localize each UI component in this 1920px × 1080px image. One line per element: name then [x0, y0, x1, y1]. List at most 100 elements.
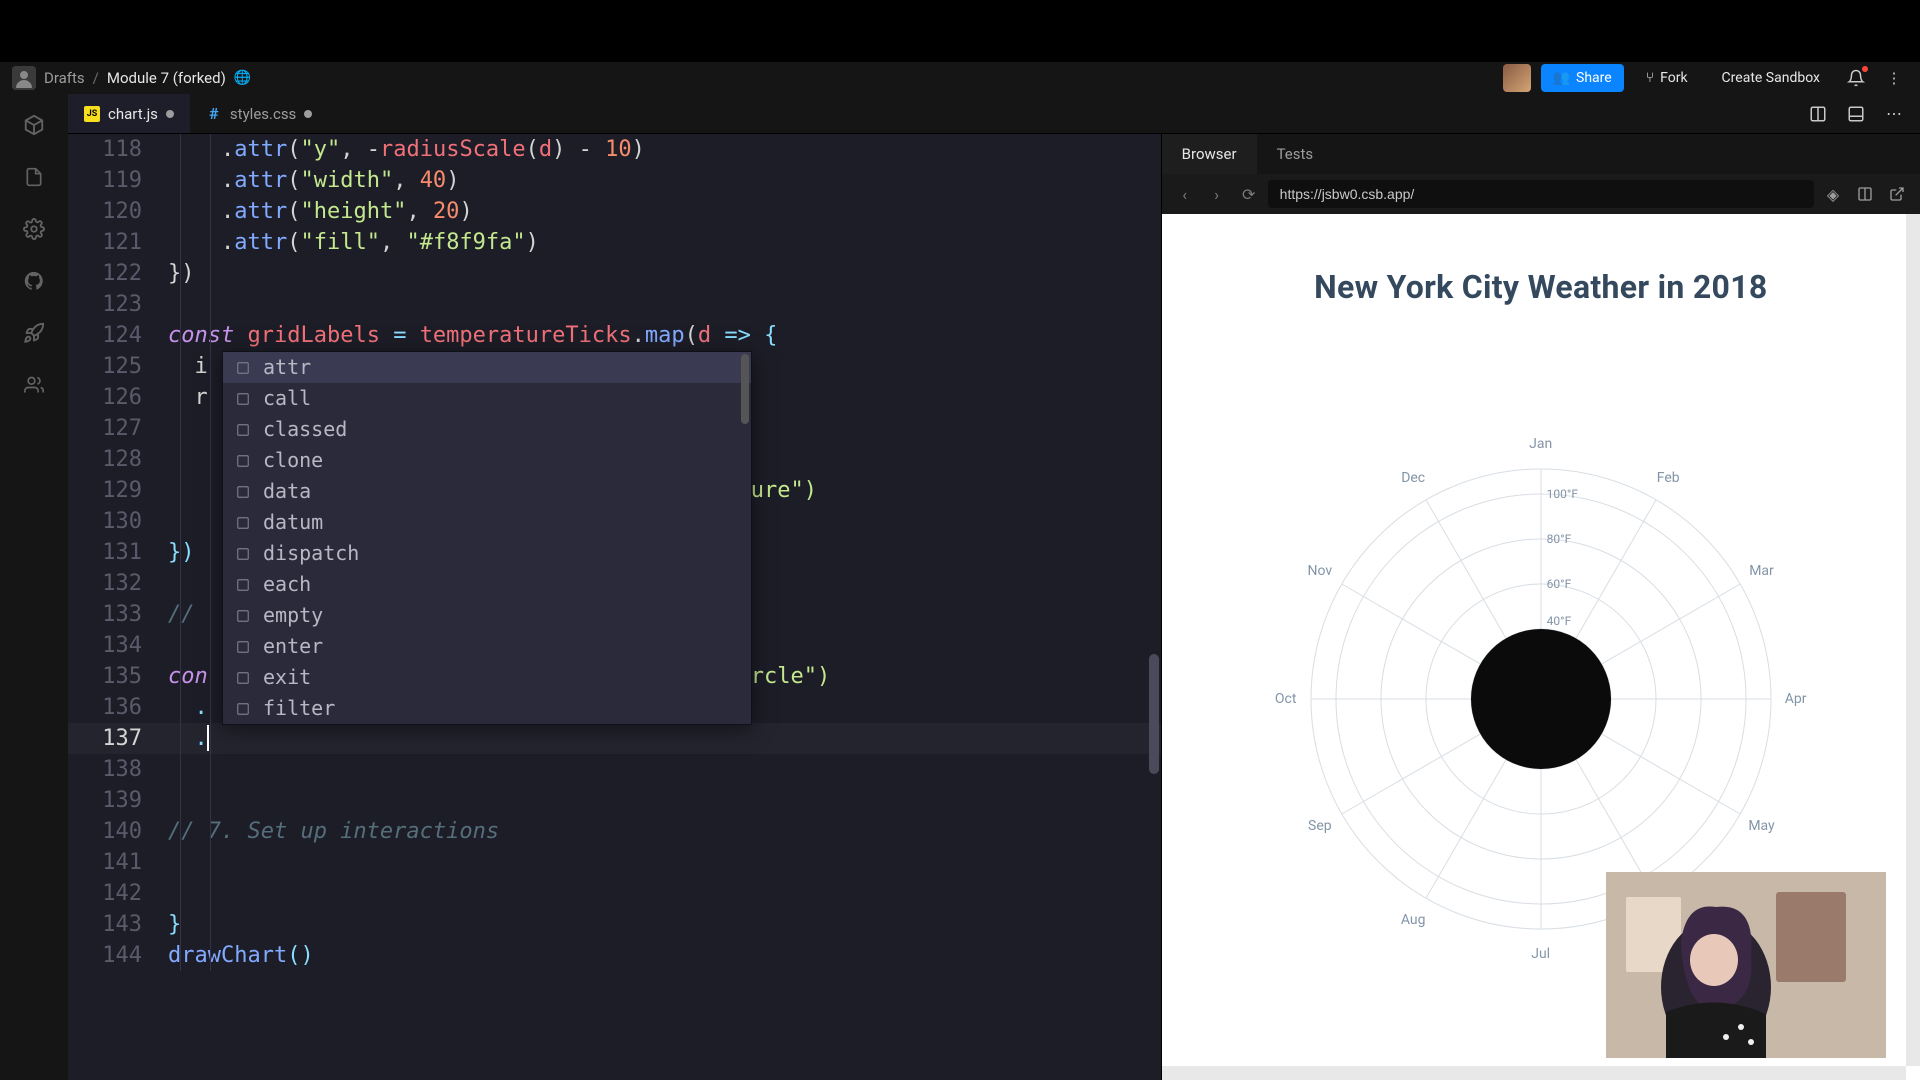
share-button[interactable]: 👥 Share — [1541, 64, 1624, 92]
editor-more-button[interactable]: ⋯ — [1880, 100, 1908, 128]
ac-label: data — [263, 476, 311, 507]
month-label-feb: Feb — [1657, 470, 1680, 486]
preview-tabs: Browser Tests — [1162, 134, 1920, 174]
nav-forward-button[interactable]: › — [1204, 181, 1230, 207]
code-editor[interactable]: 1181191201211221231241251261271281291301… — [68, 134, 1161, 1080]
month-label-mar: Mar — [1749, 563, 1774, 579]
autocomplete-popup[interactable]: attrcallclassedclonedatadatumdispatcheac… — [222, 351, 752, 725]
tab-tests[interactable]: Tests — [1257, 134, 1334, 174]
month-label-dec: Dec — [1401, 470, 1425, 486]
ac-label: datum — [263, 507, 323, 538]
ac-label: empty — [263, 600, 323, 631]
ac-item-enter[interactable]: enter — [223, 631, 751, 662]
align-icon[interactable]: ◈ — [1820, 181, 1846, 207]
tab-chart-js[interactable]: JS chart.js — [68, 94, 190, 133]
tab-label: styles.css — [230, 105, 296, 123]
temp-label: 40°F — [1547, 614, 1572, 628]
fork-button[interactable]: ⑂ Fork — [1634, 64, 1700, 92]
ac-label: exit — [263, 662, 311, 693]
method-icon — [233, 544, 253, 564]
method-icon — [233, 606, 253, 626]
breadcrumb-separator: / — [93, 69, 99, 87]
ac-item-classed[interactable]: classed — [223, 414, 751, 445]
preview-v-scrollbar[interactable] — [1906, 214, 1920, 1066]
temp-label: 100°F — [1547, 487, 1578, 501]
notifications-button[interactable] — [1842, 64, 1870, 92]
ac-item-data[interactable]: data — [223, 476, 751, 507]
layout-toggle-button[interactable] — [1804, 100, 1832, 128]
month-label-jan: Jan — [1529, 436, 1552, 452]
month-label-oct: Oct — [1275, 691, 1297, 707]
method-icon — [233, 513, 253, 533]
more-menu-button[interactable]: ⋮ — [1880, 64, 1908, 92]
nav-back-button[interactable]: ‹ — [1172, 181, 1198, 207]
create-sandbox-label: Create Sandbox — [1722, 70, 1820, 86]
nav-reload-button[interactable]: ⟳ — [1236, 181, 1262, 207]
method-icon — [233, 637, 253, 657]
deploy-icon[interactable] — [21, 320, 47, 346]
create-sandbox-button[interactable]: Create Sandbox — [1710, 64, 1832, 92]
url-input[interactable] — [1268, 180, 1814, 208]
autocomplete-scrollbar[interactable] — [741, 354, 749, 424]
ac-label: attr — [263, 352, 311, 383]
fork-icon: ⑂ — [1646, 70, 1654, 86]
topbar: Drafts / Module 7 (forked) 🌐 👥 Share ⑂ F… — [0, 62, 1920, 94]
ac-item-dispatch[interactable]: dispatch — [223, 538, 751, 569]
month-label-sep: Sep — [1308, 818, 1332, 834]
preview-panel: Browser Tests ‹ › ⟳ ◈ New York City Weat… — [1161, 134, 1920, 1080]
ac-item-filter[interactable]: filter — [223, 693, 751, 724]
method-icon — [233, 389, 253, 409]
share-label: Share — [1576, 70, 1612, 86]
method-icon — [233, 575, 253, 595]
ac-label: call — [263, 383, 311, 414]
editor-scrollbar-thumb[interactable] — [1149, 654, 1159, 774]
preview-urlbar: ‹ › ⟳ ◈ — [1162, 174, 1920, 214]
activity-sidebar — [0, 94, 68, 1080]
ac-item-exit[interactable]: exit — [223, 662, 751, 693]
preview-iframe[interactable]: New York City Weather in 2018 Jan Feb Mar A… — [1162, 214, 1920, 1080]
method-icon — [233, 668, 253, 688]
ac-label: enter — [263, 631, 323, 662]
globe-icon: 🌐 — [234, 70, 251, 86]
line-gutter: 1181191201211221231241251261271281291301… — [68, 134, 158, 971]
method-icon — [233, 358, 253, 378]
panel-toggle-button[interactable] — [1842, 100, 1870, 128]
github-icon[interactable] — [21, 268, 47, 294]
method-icon — [233, 482, 253, 502]
open-external-icon[interactable] — [1884, 181, 1910, 207]
tab-styles-css[interactable]: # styles.css — [190, 94, 328, 133]
tab-browser[interactable]: Browser — [1162, 134, 1257, 174]
dirty-indicator-icon — [304, 110, 312, 118]
method-icon — [233, 420, 253, 440]
split-preview-icon[interactable] — [1852, 181, 1878, 207]
breadcrumb-current[interactable]: Module 7 (forked) — [107, 69, 226, 87]
webcam-overlay — [1606, 872, 1886, 1058]
temp-label: 80°F — [1547, 532, 1572, 546]
ac-item-each[interactable]: each — [223, 569, 751, 600]
js-file-icon: JS — [84, 106, 100, 122]
month-label-nov: Nov — [1308, 563, 1333, 579]
breadcrumb-root[interactable]: Drafts — [44, 69, 85, 87]
month-label-jul: Jul — [1531, 946, 1550, 962]
month-label-apr: Apr — [1785, 691, 1807, 707]
ac-label: each — [263, 569, 311, 600]
settings-icon[interactable] — [21, 216, 47, 242]
fork-label: Fork — [1660, 70, 1687, 86]
workspace-avatar[interactable] — [12, 66, 36, 90]
chart-title: New York City Weather in 2018 — [1162, 268, 1920, 306]
ac-item-attr[interactable]: attr — [223, 352, 751, 383]
live-icon[interactable] — [21, 372, 47, 398]
ac-item-empty[interactable]: empty — [223, 600, 751, 631]
ac-item-clone[interactable]: clone — [223, 445, 751, 476]
ac-item-datum[interactable]: datum — [223, 507, 751, 538]
explorer-icon[interactable] — [21, 164, 47, 190]
sandbox-icon[interactable] — [21, 112, 47, 138]
dirty-indicator-icon — [166, 110, 174, 118]
ac-label: dispatch — [263, 538, 359, 569]
user-avatar[interactable] — [1503, 64, 1531, 92]
ac-label: filter — [263, 693, 335, 724]
preview-h-scrollbar[interactable] — [1162, 1066, 1906, 1080]
method-icon — [233, 699, 253, 719]
ac-item-call[interactable]: call — [223, 383, 751, 414]
chart-center — [1471, 629, 1611, 769]
